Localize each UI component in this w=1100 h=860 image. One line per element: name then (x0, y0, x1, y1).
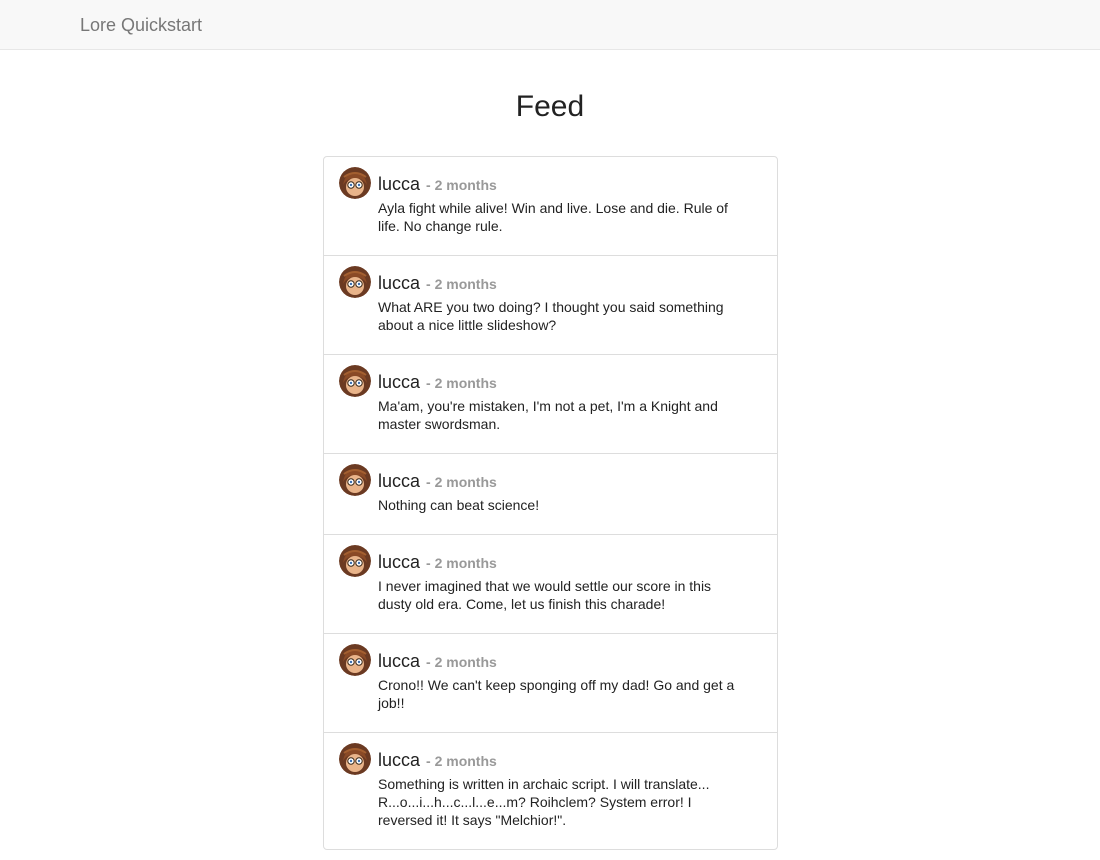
avatar-icon[interactable] (339, 365, 371, 397)
tweet-text: Something is written in archaic script. … (378, 776, 710, 828)
author-name[interactable]: lucca (378, 750, 420, 770)
tweet-text: What ARE you two doing? I thought you sa… (378, 299, 724, 333)
author-name[interactable]: lucca (378, 651, 420, 671)
tweet-text: Ayla fight while alive! Win and live. Lo… (378, 200, 728, 234)
avatar-icon[interactable] (339, 644, 371, 676)
brand-link[interactable]: Lore Quickstart (80, 14, 202, 36)
tweet-text: I never imagined that we would settle ou… (378, 578, 712, 612)
navbar: Lore Quickstart (0, 0, 1100, 50)
list-item: lucca - 2 months Nothing can beat science… (324, 454, 777, 535)
tweet-text: Crono!! We can't keep sponging off my da… (378, 677, 735, 711)
author-name[interactable]: lucca (378, 174, 420, 194)
list-item: lucca - 2 months I never imagined that we… (324, 535, 777, 634)
list-item: lucca - 2 months Ayla fight while alive! … (324, 157, 777, 256)
timestamp: - 2 months (426, 276, 497, 292)
timestamp: - 2 months (426, 474, 497, 490)
avatar-icon[interactable] (339, 743, 371, 775)
list-item: lucca - 2 months Crono!! We can't keep sp… (324, 634, 777, 733)
timestamp: - 2 months (426, 555, 497, 571)
author-name[interactable]: lucca (378, 471, 420, 491)
author-name[interactable]: lucca (378, 273, 420, 293)
page-title: Feed (515, 90, 585, 123)
author-name[interactable]: lucca (378, 372, 420, 392)
timestamp: - 2 months (426, 177, 497, 193)
timestamp: - 2 months (426, 654, 497, 670)
avatar-icon[interactable] (339, 167, 371, 199)
list-item: lucca - 2 months Something is written in … (324, 733, 777, 849)
avatar-icon[interactable] (339, 545, 371, 577)
tweet-text: Ma'am, you're mistaken, I'm not a pet, I… (378, 398, 718, 432)
feed-list: lucca - 2 months Ayla fight while alive! … (323, 156, 778, 850)
author-name[interactable]: lucca (378, 552, 420, 572)
avatar-icon[interactable] (339, 266, 371, 298)
timestamp: - 2 months (426, 375, 497, 391)
list-item: lucca - 2 months Ma'am, you're mistaken, … (324, 355, 777, 454)
avatar-icon[interactable] (339, 464, 371, 496)
list-item: lucca - 2 months What ARE you two doing? … (324, 256, 777, 355)
tweet-text: Nothing can beat science! (378, 497, 540, 513)
timestamp: - 2 months (426, 753, 497, 769)
